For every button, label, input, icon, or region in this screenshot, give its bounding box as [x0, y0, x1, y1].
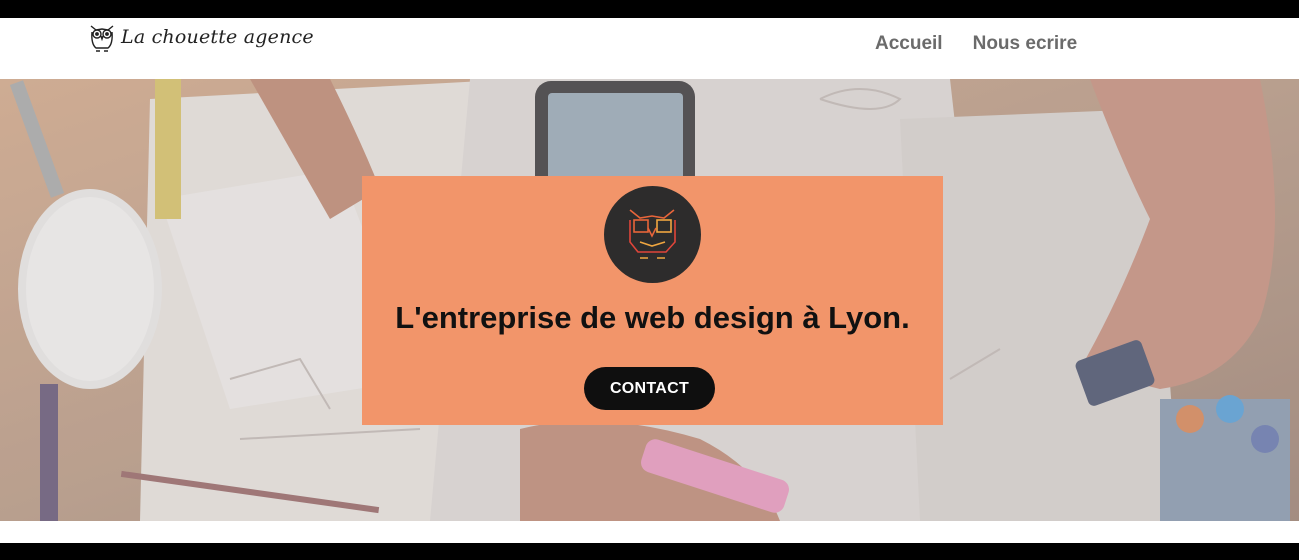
nav-item-accueil[interactable]: Accueil [875, 33, 943, 55]
main-nav: Accueil Nous ecrire [875, 33, 1077, 55]
hero-card: L'entreprise de web design à Lyon. CONTA… [362, 176, 943, 425]
section-spacer [0, 521, 1299, 543]
badge-circle [604, 186, 701, 283]
top-black-bar [0, 0, 1299, 18]
hero-section: L'entreprise de web design à Lyon. CONTA… [0, 79, 1299, 521]
brand-logo-link[interactable]: La chouette agence [87, 20, 314, 54]
owl-icon [90, 25, 114, 52]
bottom-black-bar [0, 543, 1299, 560]
hero-title: L'entreprise de web design à Lyon. [395, 300, 910, 335]
contact-button[interactable]: CONTACT [584, 367, 715, 410]
owl-icon [629, 209, 676, 259]
brand-name: La chouette agence [121, 26, 314, 48]
nav-item-nous-ecrire[interactable]: Nous ecrire [973, 33, 1078, 55]
site-header: La chouette agence Accueil Nous ecrire [0, 18, 1299, 79]
